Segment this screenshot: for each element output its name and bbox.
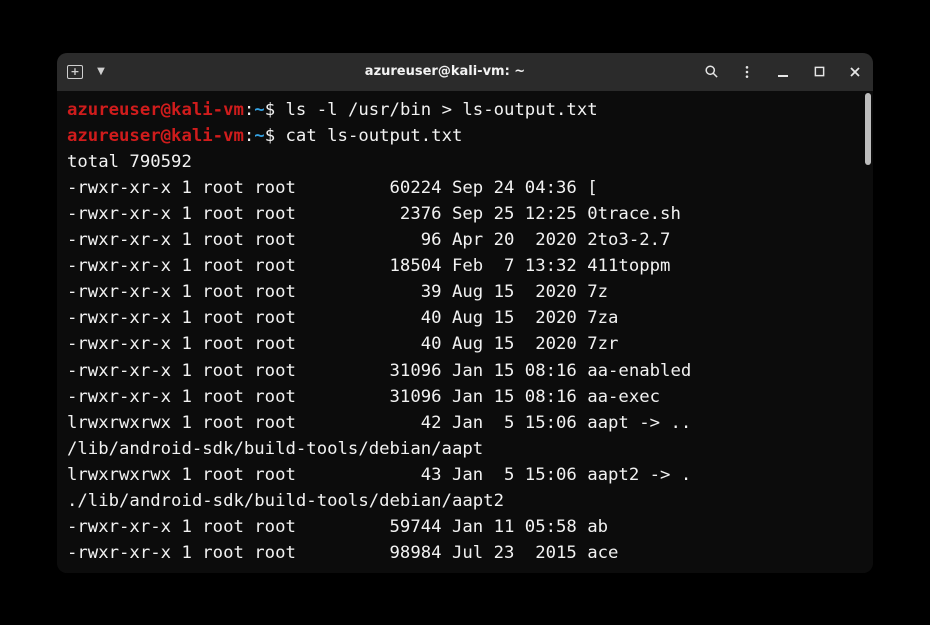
terminal-window: + ▼ azureuser@kali-vm: ~ azureuser@kali-… [57, 53, 873, 573]
output-line: -rwxr-xr-x 1 root root 60224 Sep 24 04:3… [67, 178, 598, 198]
output-line: -rwxr-xr-x 1 root root 31096 Jan 15 08:1… [67, 361, 691, 381]
command-text: ls -l /usr/bin > ls-output.txt [286, 100, 598, 120]
output-line: lrwxrwxrwx 1 root root 43 Jan 5 15:06 aa… [67, 465, 691, 485]
window-title: azureuser@kali-vm: ~ [227, 64, 663, 79]
output-line: -rwxr-xr-x 1 root root 18504 Feb 7 13:32… [67, 256, 670, 276]
close-button[interactable] [847, 64, 863, 80]
output-line: -rwxr-xr-x 1 root root 31096 Jan 15 08:1… [67, 387, 660, 407]
prompt-colon: : [244, 126, 254, 146]
tab-menu-dropdown[interactable]: ▼ [93, 64, 109, 80]
prompt-host: kali-vm [171, 126, 244, 146]
prompt-symbol: $ [265, 126, 275, 146]
prompt-host: kali-vm [171, 100, 244, 120]
prompt-at: @ [161, 126, 171, 146]
output-line: -rwxr-xr-x 1 root root 59744 Jan 11 05:5… [67, 517, 608, 537]
prompt-colon: : [244, 100, 254, 120]
output-line: -rwxr-xr-x 1 root root 39 Aug 15 2020 7z [67, 282, 608, 302]
prompt-user: azureuser [67, 100, 161, 120]
output-line: /lib/android-sdk/build-tools/debian/aapt [67, 439, 483, 459]
prompt-line-1: azureuser@kali-vm:~$ ls -l /usr/bin > ls… [67, 100, 598, 120]
output-line: lrwxrwxrwx 1 root root 42 Jan 5 15:06 aa… [67, 413, 691, 433]
titlebar-left: + ▼ [67, 64, 227, 80]
titlebar-right [663, 64, 863, 80]
minimize-button[interactable] [775, 64, 791, 80]
output-line: -rwxr-xr-x 1 root root 40 Aug 15 2020 7z… [67, 334, 618, 354]
new-tab-button[interactable]: + [67, 64, 83, 80]
output-line: -rwxr-xr-x 1 root root 40 Aug 15 2020 7z… [67, 308, 618, 328]
prompt-user: azureuser [67, 126, 161, 146]
output-line: ./lib/android-sdk/build-tools/debian/aap… [67, 491, 504, 511]
maximize-button[interactable] [811, 64, 827, 80]
output-line: -rwxr-xr-x 1 root root 2376 Sep 25 12:25… [67, 204, 681, 224]
titlebar: + ▼ azureuser@kali-vm: ~ [57, 53, 873, 91]
prompt-at: @ [161, 100, 171, 120]
scrollbar-thumb[interactable] [865, 93, 871, 165]
terminal-body: azureuser@kali-vm:~$ ls -l /usr/bin > ls… [57, 91, 873, 573]
command-text: cat ls-output.txt [286, 126, 463, 146]
output-line: total 790592 [67, 152, 192, 172]
prompt-path: ~ [254, 100, 264, 120]
prompt-symbol: $ [265, 100, 275, 120]
output-line: -rwxr-xr-x 1 root root 98984 Jul 23 2015… [67, 543, 618, 563]
search-icon[interactable] [703, 64, 719, 80]
terminal-output[interactable]: azureuser@kali-vm:~$ ls -l /usr/bin > ls… [57, 91, 863, 573]
prompt-path: ~ [254, 126, 264, 146]
menu-icon[interactable] [739, 64, 755, 80]
output-line: -rwxr-xr-x 1 root root 96 Apr 20 2020 2t… [67, 230, 670, 250]
scrollbar[interactable] [863, 91, 873, 573]
prompt-line-2: azureuser@kali-vm:~$ cat ls-output.txt [67, 126, 462, 146]
